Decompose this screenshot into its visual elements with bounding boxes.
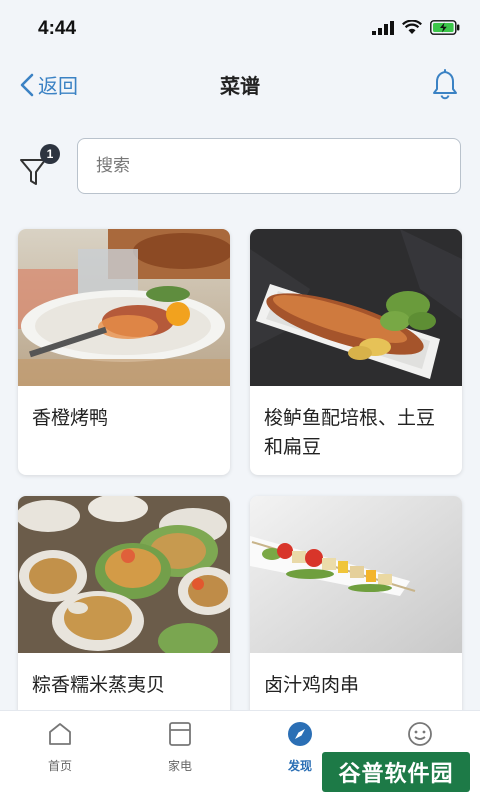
recipe-image-scallop-rice [18,496,230,653]
search-input[interactable] [77,138,461,194]
wifi-icon [402,20,422,34]
recipe-name: 粽香糯米蒸夷贝 [32,674,166,696]
tab-label: 家电 [167,759,192,773]
nav-bar: 返回 菜谱 [0,56,480,114]
filter-button[interactable]: 1 [18,144,64,190]
status-bar: 4:44 [0,0,480,56]
recipe-name: 梭鲈鱼配培根、土豆和扁豆 [264,407,436,458]
recipe-card[interactable]: 梭鲈鱼配培根、土豆和扁豆 [250,229,462,475]
recipe-card[interactable]: 粽香糯米蒸夷贝 [18,496,230,742]
tab-label: 首页 [47,759,72,773]
recipe-card[interactable]: 香橙烤鸭 [18,229,230,475]
recipe-image-orange-duck [18,229,230,386]
status-time: 4:44 [38,18,77,39]
search-row: 1 [0,138,480,196]
bell-icon [433,69,457,100]
notification-button[interactable] [432,68,458,104]
recipe-name: 香橙烤鸭 [32,407,109,429]
appliance-icon [169,722,191,746]
battery-charging-icon [430,20,460,35]
page-title: 菜谱 [220,74,260,98]
filter-count-badge: 1 [40,144,60,164]
site-watermark: 谷普软件园 [322,752,470,792]
recipe-card[interactable]: 卤汁鸡肉串 [250,496,462,742]
status-icons [372,20,460,35]
recipe-name: 卤汁鸡肉串 [264,674,360,696]
recipe-image-pikeperch-bacon [250,229,462,386]
tab-home[interactable]: 首页 [20,721,100,774]
compass-icon [288,722,312,746]
tab-appliances[interactable]: 家电 [140,721,220,774]
smiley-icon [408,722,432,746]
signal-icon [372,20,394,35]
home-icon [49,723,71,745]
recipe-image-chicken-skewer [250,496,462,653]
